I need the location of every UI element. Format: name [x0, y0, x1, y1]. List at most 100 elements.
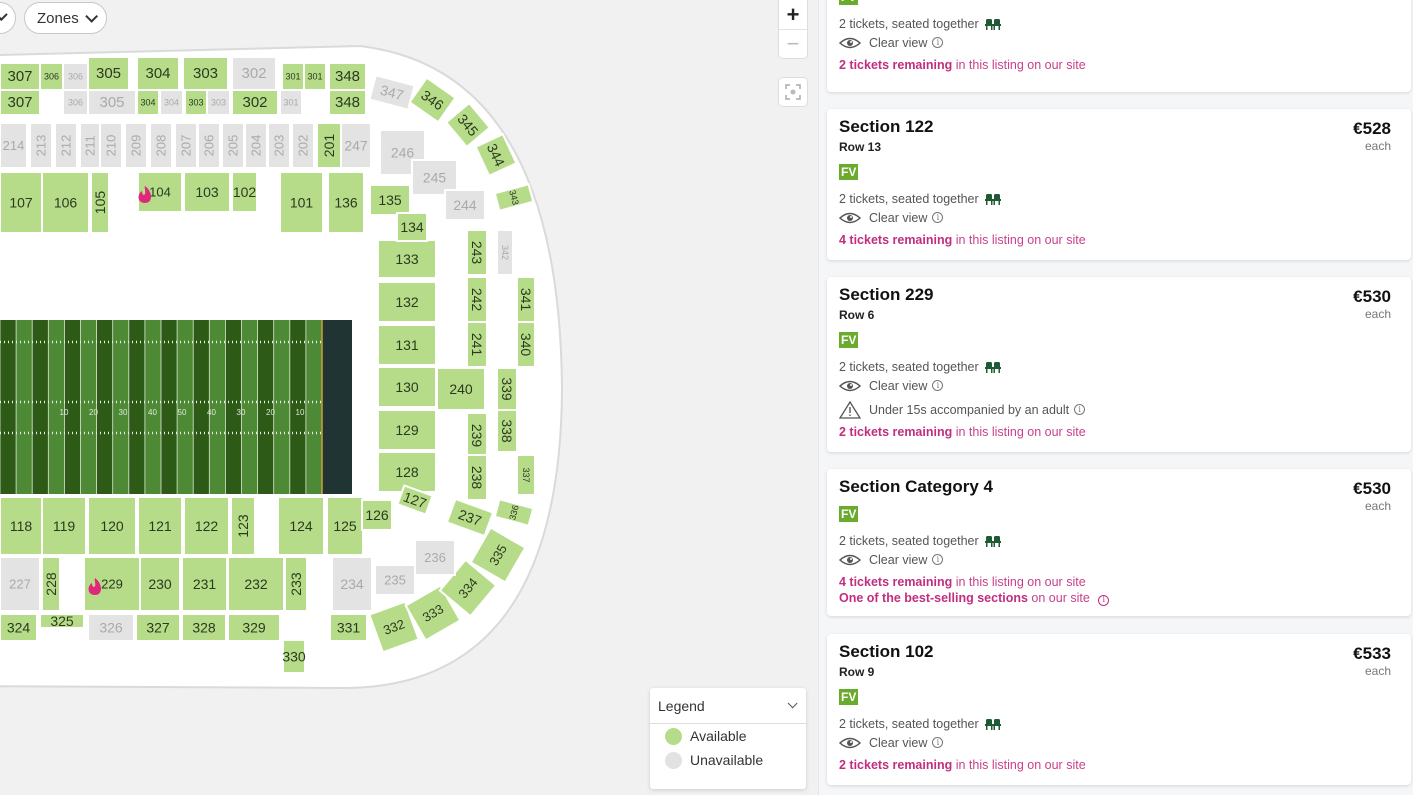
- section-212: 212: [54, 122, 78, 169]
- section-121[interactable]: 121: [137, 496, 183, 556]
- field-stripe: [241, 320, 259, 494]
- yard-number: 20: [266, 408, 275, 417]
- section-106[interactable]: 106: [41, 171, 90, 234]
- section-302[interactable]: 302: [231, 89, 279, 116]
- section-103[interactable]: 103: [183, 171, 231, 213]
- section-134[interactable]: 134: [396, 212, 428, 242]
- section-340[interactable]: 340: [516, 321, 536, 368]
- section-329[interactable]: 329: [227, 613, 281, 642]
- section-301[interactable]: 301: [281, 62, 305, 91]
- section-132[interactable]: 132: [377, 281, 437, 323]
- section-105[interactable]: 105: [90, 171, 110, 234]
- section-135[interactable]: 135: [369, 184, 411, 216]
- section-330[interactable]: 330: [282, 639, 306, 674]
- section-303[interactable]: 303: [184, 89, 208, 116]
- section-125[interactable]: 125: [326, 496, 364, 556]
- seat-map[interactable]: Zones 307 306 306 305 304 303 302 301 301 348 307 3…: [0, 0, 818, 795]
- seats-together-icon: [984, 18, 1001, 30]
- section-339[interactable]: 339: [496, 367, 518, 411]
- stadium-map[interactable]: 307 306 306 305 304 303 302 301 301 348 307 306 305 3…: [0, 0, 818, 795]
- section-331[interactable]: 331: [329, 613, 368, 642]
- section-341[interactable]: 341: [516, 276, 536, 323]
- section-338[interactable]: 338: [496, 409, 518, 453]
- seats-together-icon: [984, 718, 1001, 730]
- section-307[interactable]: 307: [0, 89, 41, 116]
- section-label: 126: [365, 507, 389, 523]
- section-348[interactable]: 348: [328, 89, 367, 116]
- section-201[interactable]: 201: [316, 122, 342, 169]
- field-stripe: [257, 320, 275, 494]
- section-107[interactable]: 107: [0, 171, 43, 234]
- section-303[interactable]: 303: [182, 56, 229, 91]
- section-304[interactable]: 304: [136, 56, 180, 91]
- section-242[interactable]: 242: [466, 276, 488, 323]
- section-307[interactable]: 307: [0, 62, 41, 91]
- info-icon[interactable]: i: [1098, 594, 1110, 606]
- info-icon[interactable]: i: [932, 37, 944, 48]
- section-239[interactable]: 239: [466, 412, 488, 459]
- listing-card[interactable]: Section 102 Row 9 €533 each FV 2 tickets…: [827, 634, 1411, 785]
- section-label: 203: [272, 135, 287, 157]
- listing-card[interactable]: Section 122 Row 13 €528 each FV 2 ticket…: [827, 109, 1411, 260]
- section-238[interactable]: 238: [466, 454, 488, 501]
- section-324[interactable]: 324: [0, 613, 38, 642]
- section-306[interactable]: 306: [39, 62, 64, 91]
- section-102[interactable]: 102: [231, 171, 258, 213]
- yard-number: 40: [207, 408, 216, 417]
- listing-card[interactable]: Section Category 4 €530 each FV 2 ticket…: [827, 469, 1411, 616]
- section-241[interactable]: 241: [466, 321, 488, 368]
- available-swatch: [665, 727, 682, 745]
- section-130[interactable]: 130: [377, 366, 437, 408]
- section-228[interactable]: 228: [41, 556, 61, 612]
- section-label: 326: [99, 620, 123, 636]
- listing-card[interactable]: FV 2 tickets, seated together Clear view…: [827, 0, 1411, 92]
- section-337[interactable]: 337: [516, 454, 536, 496]
- eye-icon: [839, 37, 861, 48]
- listings-panel[interactable]: FV 2 tickets, seated together Clear view…: [818, 0, 1413, 795]
- section-205: 205: [221, 122, 245, 169]
- section-120[interactable]: 120: [87, 496, 137, 556]
- section-348[interactable]: 348: [328, 62, 367, 91]
- listing-card[interactable]: Section 229 Row 6 €530 each FV 2 tickets…: [827, 277, 1411, 452]
- section-232[interactable]: 232: [227, 556, 285, 612]
- fv-badge: FV: [839, 164, 859, 180]
- section-305[interactable]: 305: [87, 56, 130, 91]
- section-label: 238: [469, 466, 485, 490]
- section-118[interactable]: 118: [0, 496, 43, 556]
- info-icon[interactable]: i: [932, 212, 944, 223]
- info-icon[interactable]: i: [932, 737, 944, 748]
- listing-row: Row 13: [839, 140, 882, 154]
- recenter-button[interactable]: [778, 77, 808, 107]
- legend-toggle[interactable]: Legend: [650, 688, 806, 724]
- section-119[interactable]: 119: [41, 496, 87, 556]
- section-122[interactable]: 122: [183, 496, 230, 556]
- info-icon[interactable]: i: [932, 554, 944, 565]
- section-230[interactable]: 230: [139, 556, 181, 612]
- section-231[interactable]: 231: [181, 556, 228, 612]
- section-325[interactable]: 325: [39, 613, 85, 629]
- section-328[interactable]: 328: [181, 613, 227, 642]
- section-304[interactable]: 304: [136, 89, 160, 116]
- section-240[interactable]: 240: [436, 367, 486, 411]
- section-243[interactable]: 243: [466, 229, 488, 276]
- section-301[interactable]: 301: [303, 62, 327, 91]
- zoom-out-button[interactable]: −: [779, 29, 807, 58]
- section-229[interactable]: 229: [83, 556, 141, 612]
- section-124[interactable]: 124: [277, 496, 325, 556]
- section-136[interactable]: 136: [327, 171, 365, 234]
- zoom-in-button[interactable]: +: [779, 0, 807, 29]
- section-label: 132: [395, 294, 419, 310]
- section-101[interactable]: 101: [279, 171, 324, 234]
- listing-row: Row 6: [839, 308, 875, 322]
- section-123[interactable]: 123: [230, 496, 256, 556]
- section-131[interactable]: 131: [377, 324, 437, 366]
- section-104[interactable]: 104: [137, 171, 183, 213]
- section-126[interactable]: 126: [361, 499, 393, 531]
- section-label: 305: [99, 94, 124, 111]
- section-233[interactable]: 233: [284, 556, 308, 612]
- info-icon[interactable]: i: [1074, 404, 1086, 415]
- info-icon[interactable]: i: [932, 380, 944, 391]
- section-327[interactable]: 327: [135, 613, 181, 642]
- section-133[interactable]: 133: [377, 239, 437, 279]
- section-129[interactable]: 129: [377, 409, 437, 451]
